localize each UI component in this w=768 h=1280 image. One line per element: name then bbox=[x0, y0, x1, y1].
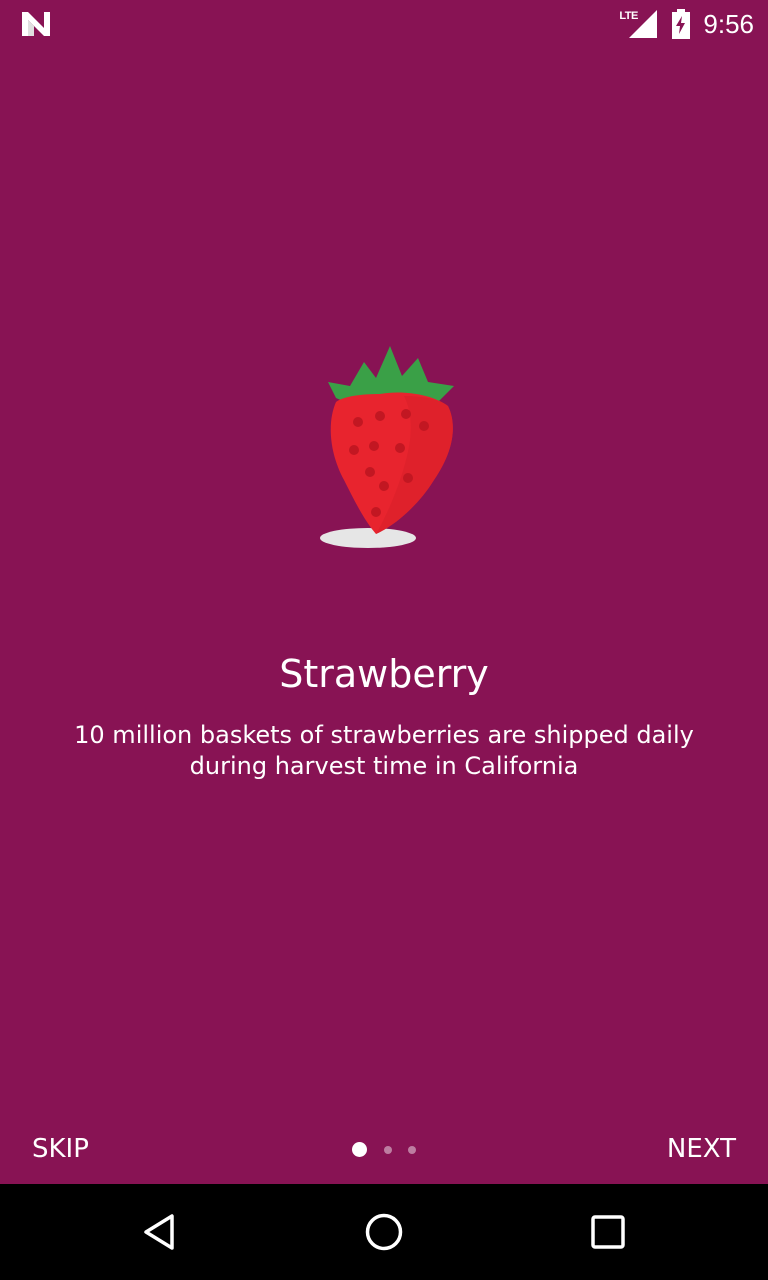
page-dot[interactable] bbox=[384, 1145, 392, 1154]
strawberry-shadow bbox=[320, 528, 416, 548]
skip-button[interactable]: SKIP bbox=[32, 1134, 89, 1164]
onboarding-screen: LTE 9:56 Strawberry 10 million baskets o… bbox=[0, 0, 768, 1280]
signal-icon: LTE bbox=[619, 8, 659, 40]
back-icon[interactable] bbox=[140, 1212, 180, 1252]
status-bar: LTE 9:56 bbox=[0, 0, 768, 48]
battery-charging-icon bbox=[671, 9, 691, 39]
page-indicator bbox=[352, 1142, 432, 1157]
page-description: 10 million baskets of strawberries are s… bbox=[74, 721, 694, 780]
status-clock: 9:56 bbox=[703, 8, 754, 39]
page-dot[interactable] bbox=[408, 1145, 416, 1154]
recents-icon[interactable] bbox=[588, 1212, 628, 1252]
n-logo-icon bbox=[20, 10, 52, 38]
page-title: Strawberry bbox=[279, 652, 489, 696]
strawberry-icon bbox=[314, 340, 464, 555]
system-navigation-bar bbox=[0, 1184, 768, 1280]
next-button[interactable]: NEXT bbox=[667, 1134, 736, 1164]
home-icon[interactable] bbox=[364, 1212, 404, 1252]
page-dot-active[interactable] bbox=[352, 1142, 367, 1157]
onboarding-controls: SKIP NEXT bbox=[0, 1118, 768, 1184]
